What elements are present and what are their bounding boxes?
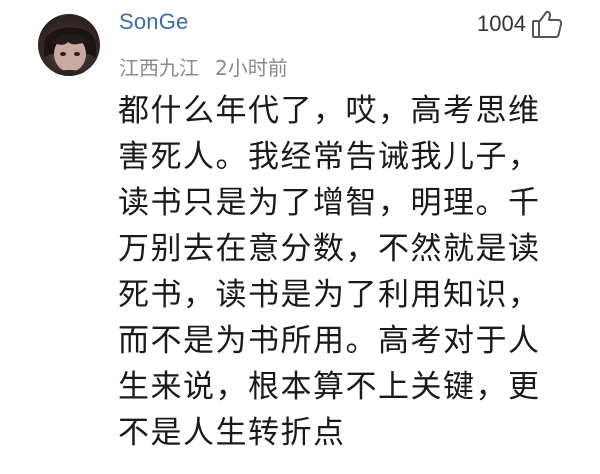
username-link[interactable]: SonGe <box>119 9 189 35</box>
user-avatar[interactable] <box>38 14 100 76</box>
comment-line: 死书，读书是为了利用知识， <box>118 277 541 313</box>
comment-body: 都什么年代了，哎，高考思维 害死人。我经常告诫我儿子， 读书只是为了增智，明理。… <box>118 88 573 456</box>
comment-line: 生来说，根本算不上关键，更 <box>118 369 541 405</box>
comment-line: 读书只是为了增智，明理。千 <box>118 185 541 221</box>
timestamp: 2小时前 <box>215 56 288 80</box>
location-text: 江西九江 <box>119 56 199 80</box>
comment-line: 害死人。我经常告诫我儿子， <box>118 139 541 175</box>
avatar-image <box>44 27 96 76</box>
comment-line: 都什么年代了，哎，高考思维 <box>118 93 541 129</box>
like-count: 1004 <box>477 11 526 36</box>
comment-line: 万别去在意分数，不然就是读 <box>118 231 541 267</box>
comment-line: 不是人生转折点 <box>118 415 346 451</box>
comment-line: 而不是为书所用。高考对于人 <box>118 323 541 359</box>
comment-meta: 江西九江 2小时前 <box>119 52 288 81</box>
thumbs-up-icon[interactable] <box>530 7 564 41</box>
like-button[interactable]: 1004 <box>477 6 564 42</box>
comment-card: SonGe 江西九江 2小时前 1004 都什么年代了，哎，高考思维 害死人。我经… <box>0 0 600 474</box>
